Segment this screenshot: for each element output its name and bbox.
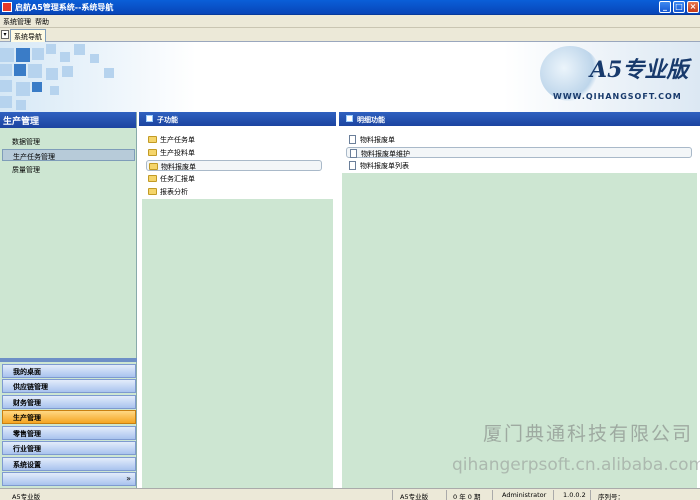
close-button[interactable]: ×: [687, 1, 699, 13]
nav-industry[interactable]: 行业管理: [2, 441, 136, 455]
nav-finance[interactable]: 财务管理: [2, 395, 136, 409]
list-item[interactable]: 物料报废单维护: [346, 147, 692, 158]
left-panel: 生产管理 数据管理 生产任务管理 质量管理 我的桌面 供应链管理 财务管理 生产…: [0, 112, 137, 488]
minimize-button[interactable]: _: [659, 1, 671, 13]
status-bar: A5专业版 A5专业版 0 年 0 期 Administrator 1.0.0.…: [0, 488, 700, 500]
list-item[interactable]: 任务汇报单: [146, 173, 322, 184]
sub-function-body: 生产任务单 生产投料单 物料报废单 任务汇报单 报表分析: [142, 129, 333, 488]
list-item[interactable]: 物料报废单: [146, 160, 322, 171]
website-url: WWW.QIHANGSOFT.COM: [553, 92, 682, 101]
status-period: 0 年 0 期: [453, 493, 481, 500]
module-item-data[interactable]: 数据管理: [2, 135, 135, 147]
panel-header-icon: [146, 115, 153, 122]
tab-system-navigation[interactable]: 系统导航: [10, 29, 46, 42]
banner: A5专业版 WWW.QIHANGSOFT.COM: [0, 42, 700, 112]
list-item[interactable]: 物料报废单列表: [346, 160, 692, 171]
status-serial-label: 序列号：: [598, 493, 624, 500]
sub-function-header: 子功能: [139, 112, 336, 126]
module-item-quality[interactable]: 质量管理: [2, 163, 135, 175]
list-item[interactable]: 报表分析: [146, 186, 322, 197]
document-icon: [350, 149, 357, 158]
menu-system[interactable]: 系统管理: [3, 17, 31, 27]
sub-function-panel: 子功能 生产任务单 生产投料单 物料报废单 任务汇报单 报表分析: [139, 112, 336, 488]
detail-function-title: 明细功能: [357, 116, 385, 124]
tab-dropdown-icon[interactable]: ▾: [1, 30, 9, 39]
list-item[interactable]: 生产任务单: [146, 134, 322, 145]
tab-strip: ▾ 系统导航: [0, 28, 700, 42]
document-icon: [349, 161, 356, 170]
app-icon: [2, 2, 12, 12]
menu-bar: 系统管理 帮助: [0, 15, 700, 28]
maximize-button[interactable]: □: [673, 1, 685, 13]
folder-icon: [148, 188, 157, 195]
folder-icon: [149, 163, 158, 170]
watermark-site: qihangerpsoft.cn.alibaba.com: [452, 455, 700, 475]
module-item-production-task[interactable]: 生产任务管理: [2, 149, 135, 161]
title-bar: 启航A5管理系统--系统导航 _ □ ×: [0, 0, 700, 15]
folder-icon: [148, 149, 157, 156]
nav-production[interactable]: 生产管理: [2, 410, 136, 424]
more-arrow-icon[interactable]: »: [126, 474, 131, 483]
panel-splitter[interactable]: [0, 358, 137, 362]
sub-function-title: 子功能: [157, 116, 178, 124]
nav-my-desktop[interactable]: 我的桌面: [2, 364, 136, 378]
status-edition-2: A5专业版: [400, 493, 429, 500]
document-icon: [349, 135, 356, 144]
status-edition: A5专业版: [12, 493, 41, 500]
status-user: Administrator: [502, 491, 547, 499]
panel-header-icon: [346, 115, 353, 122]
status-version: 1.0.0.2: [563, 491, 586, 499]
folder-icon: [148, 175, 157, 182]
nav-supply-chain[interactable]: 供应链管理: [2, 379, 136, 393]
folder-icon: [148, 136, 157, 143]
nav-retail[interactable]: 零售管理: [2, 426, 136, 440]
nav-overflow-bar[interactable]: »: [2, 472, 136, 486]
window-title: 启航A5管理系统--系统导航: [15, 3, 114, 12]
left-panel-title: 生产管理: [0, 112, 136, 128]
list-item[interactable]: 物料报废单: [346, 134, 692, 145]
product-logo: A5专业版: [590, 57, 689, 83]
list-item[interactable]: 生产投料单: [146, 147, 322, 158]
watermark-company: 厦门典通科技有限公司: [483, 423, 694, 445]
detail-function-header: 明细功能: [339, 112, 700, 126]
menu-help[interactable]: 帮助: [35, 17, 49, 27]
nav-system-settings[interactable]: 系统设置: [2, 457, 136, 471]
